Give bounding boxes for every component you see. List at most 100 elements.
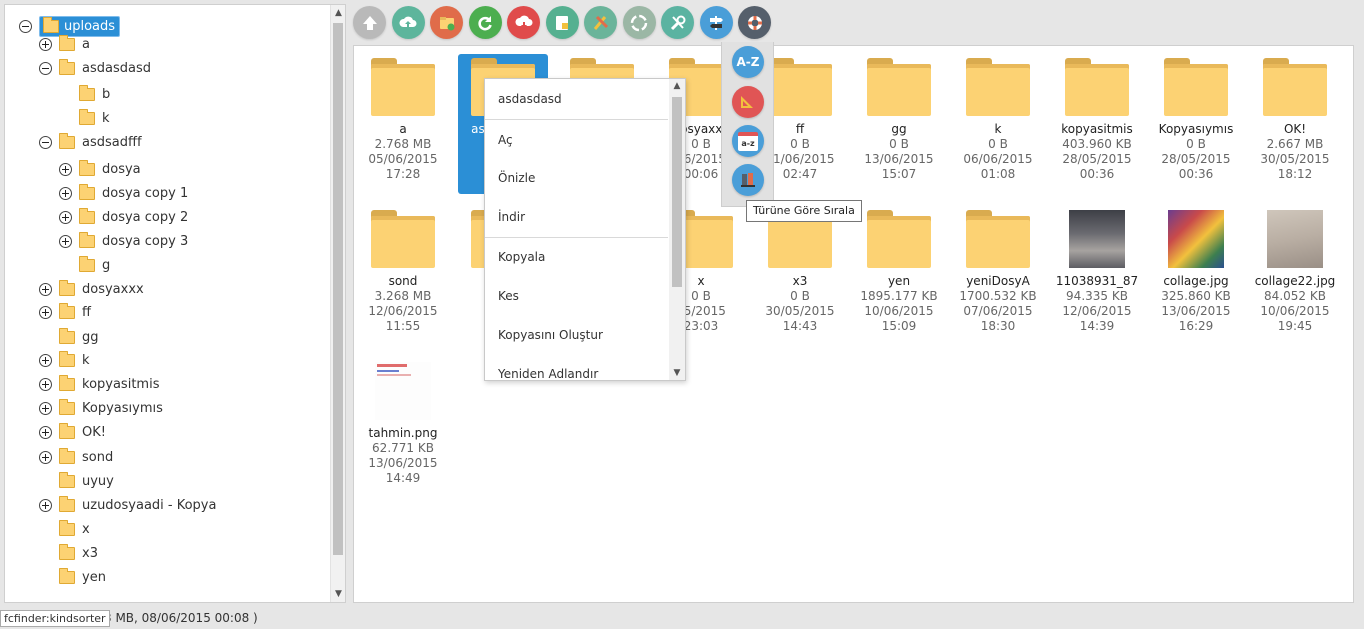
scroll-up-icon[interactable]: ▲ bbox=[331, 5, 345, 21]
folder-item[interactable]: kopyasitmis 403.960 KB 28/05/2015 00:36 bbox=[1052, 56, 1142, 194]
tree-item[interactable]: sond bbox=[39, 446, 115, 468]
item-size: 1700.532 KB bbox=[959, 289, 1037, 303]
item-time: 16:29 bbox=[1178, 319, 1214, 333]
tree-item[interactable]: kopyasitmis bbox=[39, 373, 161, 395]
tree-scroll-thumb[interactable] bbox=[333, 23, 343, 555]
item-name: a bbox=[399, 122, 407, 136]
item-time: 17:28 bbox=[385, 167, 421, 181]
sort-kind-button[interactable] bbox=[732, 164, 764, 196]
tree-item[interactable]: uyuy bbox=[39, 470, 116, 492]
folder-item[interactable]: sond 3.268 MB 12/06/2015 11:55 bbox=[358, 208, 448, 346]
refresh-button[interactable] bbox=[468, 6, 502, 39]
sort-size-button[interactable] bbox=[732, 86, 764, 118]
expand-icon[interactable] bbox=[59, 234, 72, 248]
tree-item[interactable]: b bbox=[59, 83, 112, 105]
folder-item[interactable]: Kopyasıymıs 0 B 28/05/2015 00:36 bbox=[1151, 56, 1241, 194]
tree-item[interactable]: dosya copy 1 bbox=[59, 182, 190, 204]
tree-item[interactable]: Kopyasıymıs bbox=[39, 397, 165, 419]
collapse-icon[interactable] bbox=[19, 19, 32, 33]
expand-icon[interactable] bbox=[39, 305, 52, 319]
item-time: 19:45 bbox=[1277, 319, 1313, 333]
folder-item[interactable]: gg 0 B 13/06/2015 15:07 bbox=[854, 56, 944, 194]
context-scroll-thumb[interactable] bbox=[672, 97, 682, 287]
ctx-cut[interactable]: Kes bbox=[498, 289, 519, 303]
expand-icon[interactable] bbox=[59, 186, 72, 200]
tree-item[interactable]: x3 bbox=[39, 542, 100, 564]
file-item[interactable]: 11038931_87 94.335 KB 12/06/2015 14:39 bbox=[1052, 208, 1142, 346]
new-folder-button[interactable] bbox=[430, 6, 463, 39]
expand-icon[interactable] bbox=[59, 210, 72, 224]
item-date: 10/06/2015 bbox=[864, 304, 934, 318]
folder-item[interactable]: yen 1895.177 KB 10/06/2015 15:09 bbox=[854, 208, 944, 346]
expand-icon[interactable] bbox=[39, 498, 52, 512]
recycle-button[interactable] bbox=[622, 6, 656, 39]
tree-item[interactable]: asdasdasd bbox=[39, 57, 153, 79]
item-time: 00:36 bbox=[1079, 167, 1115, 181]
item-date: 10/06/2015 bbox=[1260, 304, 1330, 318]
tree-item[interactable]: dosya bbox=[59, 158, 143, 180]
sort-date-button[interactable]: a-z bbox=[732, 125, 764, 157]
folder-item[interactable]: OK! 2.667 MB 30/05/2015 18:12 bbox=[1250, 56, 1340, 194]
expand-icon[interactable] bbox=[59, 162, 72, 176]
folder-item[interactable]: x3 0 B 30/05/2015 14:43 bbox=[755, 208, 845, 346]
folder-item[interactable]: yeniDosyA 1700.532 KB 07/06/2015 18:30 bbox=[953, 208, 1043, 346]
tools-button[interactable] bbox=[584, 6, 617, 39]
signpost-button[interactable] bbox=[699, 6, 733, 39]
scroll-down-icon[interactable]: ▼ bbox=[669, 366, 685, 380]
tree-item-label: ff bbox=[82, 304, 91, 320]
tree-item[interactable]: uzudosyaadi - Kopya bbox=[39, 494, 218, 516]
item-name: kopyasitmis bbox=[1061, 122, 1133, 136]
collapse-icon[interactable] bbox=[39, 61, 52, 75]
context-menu-scrollbar[interactable]: ▲ ▼ bbox=[669, 79, 685, 380]
item-name: sond bbox=[388, 274, 418, 288]
collapse-icon[interactable] bbox=[39, 135, 52, 149]
expand-icon[interactable] bbox=[39, 377, 52, 391]
expand-icon[interactable] bbox=[39, 450, 52, 464]
tree-item[interactable]: yen bbox=[39, 566, 108, 588]
tree-item[interactable]: OK! bbox=[39, 421, 108, 443]
upload-button[interactable] bbox=[391, 6, 425, 39]
tree-item[interactable]: a bbox=[39, 33, 92, 55]
file-item[interactable]: tahmin.png 62.771 KB 13/06/2015 14:49 bbox=[358, 360, 448, 498]
lock-button[interactable] bbox=[545, 6, 579, 39]
folder-item[interactable]: a 2.768 MB 05/06/2015 17:28 bbox=[358, 56, 448, 194]
tree-item[interactable]: ff bbox=[39, 301, 93, 323]
tree-item[interactable]: k bbox=[59, 107, 112, 129]
ctx-copy[interactable]: Kopyala bbox=[498, 250, 545, 264]
ctx-rename[interactable]: Yeniden Adlandır bbox=[498, 367, 598, 380]
ctx-duplicate[interactable]: Kopyasını Oluştur bbox=[498, 328, 603, 342]
expand-icon[interactable] bbox=[39, 353, 52, 367]
tree-item[interactable]: g bbox=[59, 254, 112, 276]
tree-scrollbar[interactable]: ▲ ▼ bbox=[330, 5, 345, 602]
tree-item-label: uploads bbox=[64, 18, 116, 34]
ctx-download[interactable]: İndir bbox=[498, 210, 525, 224]
context-menu: asdasdasd Aç Önizle İndir Kopyala Kes Ko… bbox=[484, 78, 686, 381]
tree-item[interactable]: dosya copy 3 bbox=[59, 230, 190, 252]
item-size: 0 B bbox=[1186, 137, 1206, 151]
ctx-open[interactable]: Aç bbox=[498, 133, 513, 147]
sort-name-button[interactable]: A-Z bbox=[732, 46, 764, 78]
tree-item[interactable]: k bbox=[39, 349, 92, 371]
tree-item[interactable]: gg bbox=[39, 326, 101, 348]
wrench-button[interactable] bbox=[661, 6, 694, 39]
tree-item-label: asdasdasd bbox=[82, 60, 151, 76]
tree-item[interactable]: x bbox=[39, 518, 92, 540]
up-button[interactable] bbox=[353, 6, 386, 39]
folder-icon bbox=[1065, 58, 1129, 116]
lifebuoy-button[interactable] bbox=[738, 6, 771, 39]
scroll-up-icon[interactable]: ▲ bbox=[669, 79, 685, 93]
ctx-preview[interactable]: Önizle bbox=[498, 171, 535, 185]
tree-item[interactable]: asdsadfff bbox=[39, 131, 144, 153]
file-item[interactable]: collage.jpg 325.860 KB 13/06/2015 16:29 bbox=[1151, 208, 1241, 346]
scroll-down-icon[interactable]: ▼ bbox=[331, 586, 345, 602]
expand-icon[interactable] bbox=[39, 282, 52, 296]
folder-item[interactable]: k0 B 06/06/2015 01:08 bbox=[953, 56, 1043, 194]
expand-icon[interactable] bbox=[39, 425, 52, 439]
expand-icon[interactable] bbox=[39, 401, 52, 415]
tree-item[interactable]: dosya copy 2 bbox=[59, 206, 190, 228]
download-button[interactable] bbox=[507, 6, 540, 39]
item-date: 28/05/2015 bbox=[1161, 152, 1231, 166]
expand-icon[interactable] bbox=[39, 37, 52, 51]
tree-item[interactable]: dosyaxxx bbox=[39, 278, 146, 300]
file-item[interactable]: collage22.jpg 84.052 KB 10/06/2015 19:45 bbox=[1250, 208, 1340, 346]
